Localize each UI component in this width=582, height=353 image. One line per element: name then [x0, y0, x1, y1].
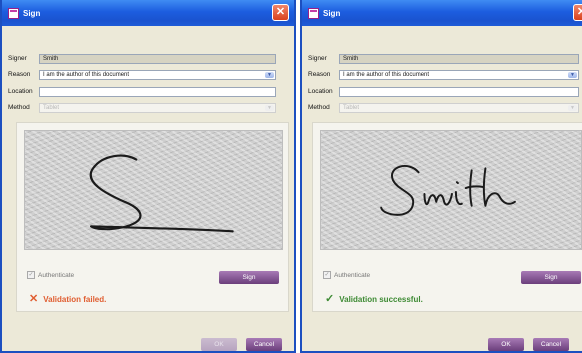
signature-panel: ✓ Authenticate Sign ✕ Validation failed. — [16, 122, 289, 312]
app-icon — [308, 7, 319, 19]
title-bar[interactable]: Sign ✕ — [2, 0, 294, 26]
signer-label: Signer — [8, 55, 27, 62]
reason-label: Reason — [308, 71, 331, 78]
sign-button[interactable]: Sign — [219, 271, 279, 284]
close-icon: ✕ — [577, 6, 582, 18]
signature-panel: ✓ Authenticate Sign ✓ Validation success… — [312, 122, 582, 312]
signature-stroke — [89, 154, 234, 233]
chevron-down-icon[interactable]: ▼ — [265, 72, 274, 78]
dialog-title: Sign — [23, 8, 41, 18]
signer-field: Smith — [339, 54, 579, 64]
close-button[interactable]: ✕ — [272, 4, 289, 21]
ok-button[interactable]: OK — [201, 338, 237, 351]
authenticate-label: Authenticate — [334, 271, 371, 279]
sign-dialog-success: Sign ✕ Signer Smith Reason I am the auth… — [300, 0, 582, 353]
chevron-down-icon[interactable]: ▼ — [568, 72, 577, 78]
title-bar[interactable]: Sign ✕ — [302, 0, 582, 26]
signer-label: Signer — [308, 55, 327, 62]
app-icon — [8, 7, 19, 19]
cancel-button[interactable]: Cancel — [246, 338, 282, 351]
ok-button[interactable]: OK — [488, 338, 524, 351]
close-button[interactable]: ✕ — [573, 4, 582, 21]
signature-pad[interactable] — [320, 130, 582, 250]
method-select: Tablet ▼ — [39, 103, 276, 113]
status-text: Validation failed. — [43, 295, 107, 304]
validation-status: ✕ Validation failed. — [29, 294, 106, 305]
sign-button[interactable]: Sign — [521, 271, 581, 284]
chevron-down-icon: ▼ — [568, 105, 577, 111]
method-label: Method — [308, 104, 330, 111]
method-value: Tablet — [43, 105, 60, 111]
status-text: Validation successful. — [339, 295, 423, 304]
location-label: Location — [308, 88, 333, 95]
authenticate-label: Authenticate — [38, 271, 75, 279]
reason-select[interactable]: I am the author of this document ▼ — [39, 70, 276, 80]
checkmark-icon: ✓ — [325, 293, 335, 305]
signature-pad[interactable] — [24, 130, 283, 250]
reason-label: Reason — [8, 71, 31, 78]
method-label: Method — [8, 104, 30, 111]
location-input[interactable] — [339, 87, 579, 97]
reason-select[interactable]: I am the author of this document ▼ — [339, 70, 579, 80]
location-input[interactable] — [39, 87, 276, 97]
reason-value: I am the author of this document — [43, 72, 130, 78]
chevron-down-icon: ▼ — [265, 105, 274, 111]
validation-status: ✓ Validation successful. — [325, 294, 423, 305]
cross-icon: ✕ — [29, 293, 39, 305]
signature-stroke — [380, 164, 516, 216]
authenticate-checkbox[interactable]: ✓ Authenticate — [323, 271, 370, 279]
location-label: Location — [8, 88, 33, 95]
checkbox-icon[interactable]: ✓ — [323, 271, 331, 279]
sign-dialog-failed: Sign ✕ Signer Smith Reason I am the auth… — [0, 0, 296, 353]
close-icon: ✕ — [275, 6, 286, 18]
checkbox-icon[interactable]: ✓ — [27, 271, 35, 279]
method-value: Tablet — [343, 105, 360, 111]
authenticate-checkbox[interactable]: ✓ Authenticate — [27, 271, 74, 279]
reason-value: I am the author of this document — [343, 72, 430, 78]
cancel-button[interactable]: Cancel — [533, 338, 569, 351]
method-select: Tablet ▼ — [339, 103, 579, 113]
dialog-title: Sign — [323, 8, 341, 18]
signer-field: Smith — [39, 54, 276, 64]
